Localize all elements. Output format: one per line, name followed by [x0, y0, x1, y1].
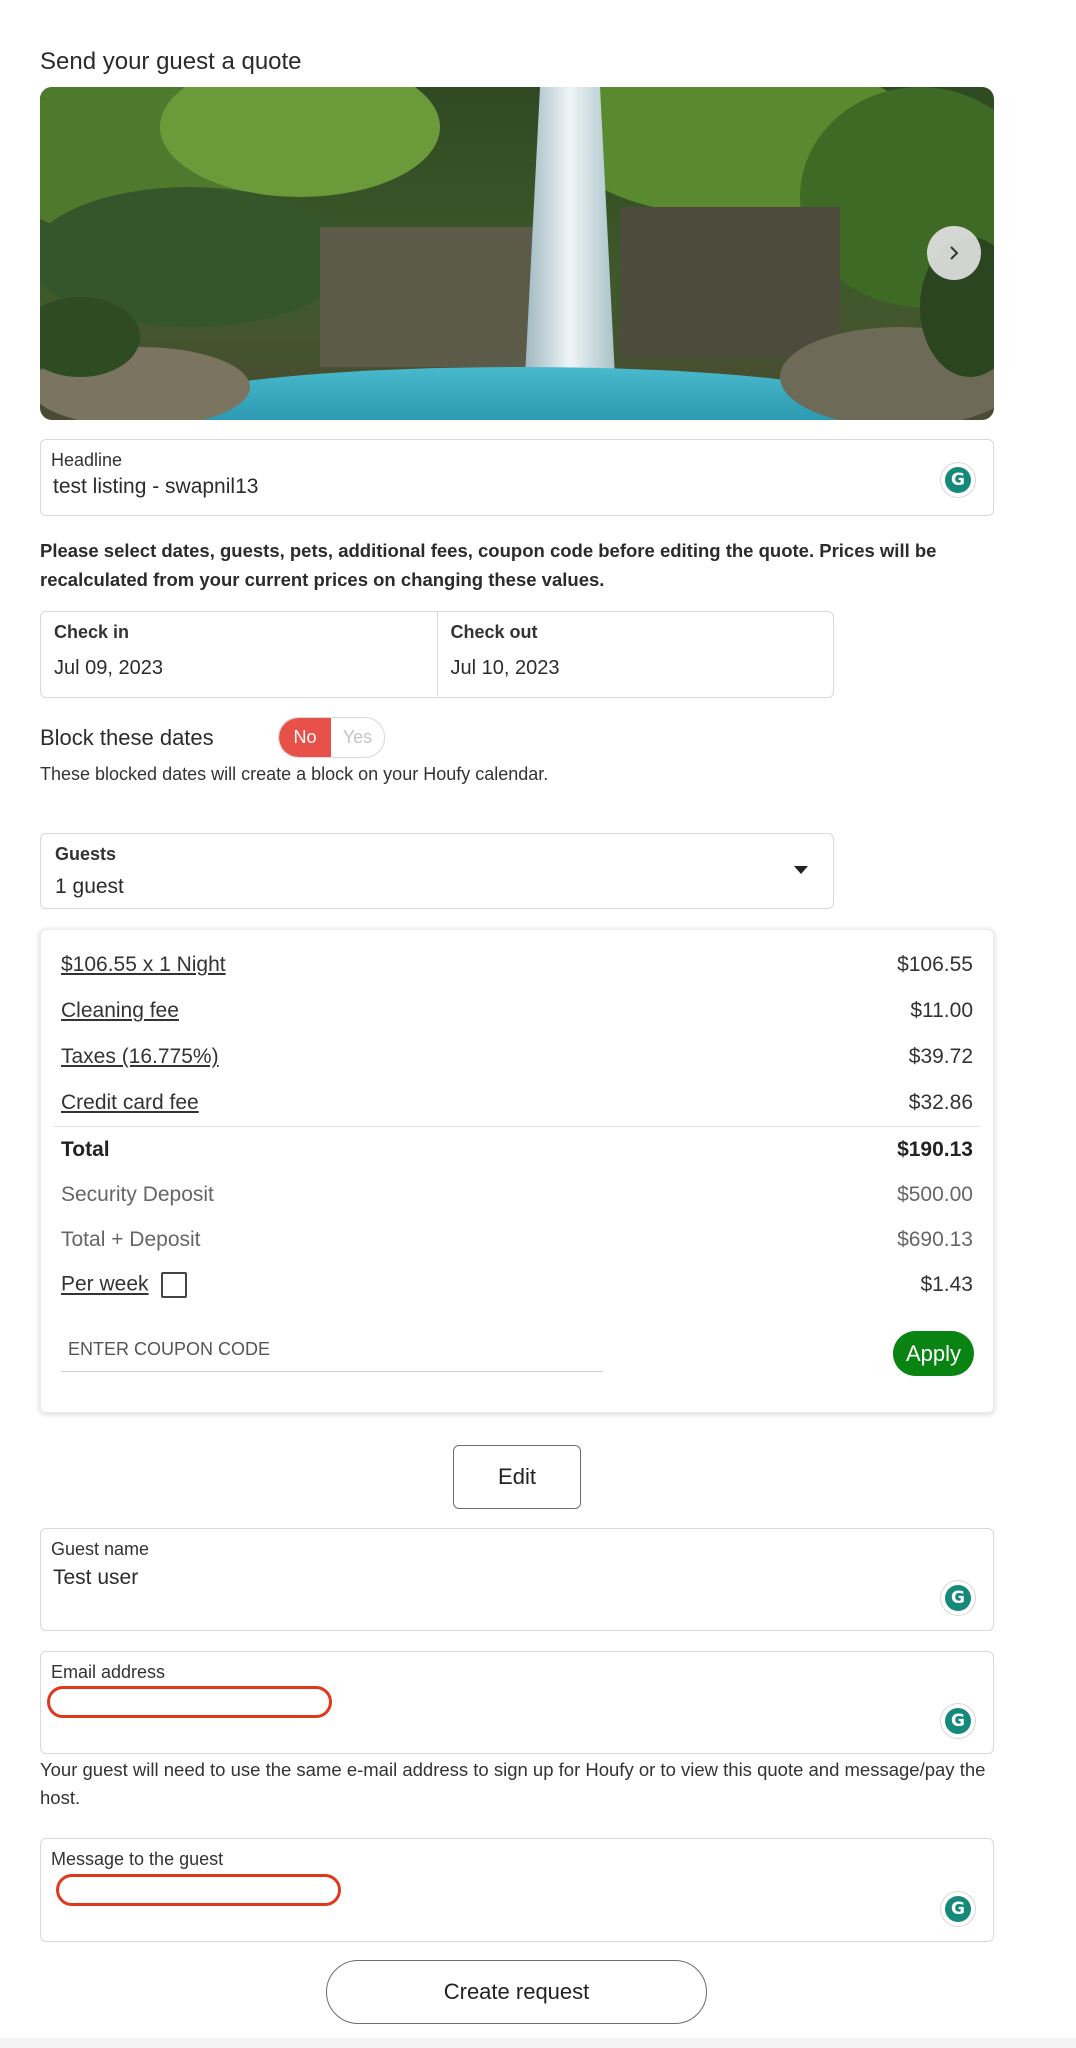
guest-name-field[interactable]: Guest name Test user G — [40, 1528, 994, 1631]
price-row: $106.55 x 1 Night $106.55 — [61, 950, 973, 980]
checkin-label: Check in — [54, 622, 130, 642]
per-week-amount: $1.43 — [920, 1273, 973, 1296]
divider — [53, 1126, 981, 1127]
page-title: Send your guest a quote — [40, 48, 302, 75]
guest-name-input[interactable]: Test user — [51, 1566, 983, 1590]
deposit-label: Security Deposit — [61, 1183, 214, 1206]
guests-label: Guests — [55, 844, 117, 864]
email-field[interactable]: Email address G — [40, 1651, 994, 1754]
message-field[interactable]: Message to the guest G — [40, 1838, 994, 1942]
nightly-rate-amount: $106.55 — [897, 953, 973, 976]
edit-button[interactable]: Edit — [453, 1445, 581, 1509]
caret-down-icon — [794, 866, 808, 874]
price-row: Taxes (16.775%) $39.72 — [61, 1042, 973, 1072]
listing-photo — [40, 87, 994, 420]
recalc-notice: Please select dates, guests, pets, addit… — [40, 540, 937, 590]
total-deposit-row: Total + Deposit $690.13 — [61, 1225, 973, 1255]
grammarly-icon[interactable]: G — [941, 1892, 975, 1926]
waterfall-photo — [40, 87, 994, 420]
price-row: Cleaning fee $11.00 — [61, 996, 973, 1026]
credit-card-fee-link[interactable]: Credit card fee — [61, 1091, 199, 1115]
taxes-amount: $39.72 — [908, 1045, 973, 1068]
block-dates-toggle[interactable]: No Yes — [278, 717, 385, 758]
page-bottom-edge — [0, 2038, 1076, 2048]
headline-field[interactable]: Headline test listing - swapnil13 G — [40, 439, 994, 516]
create-request-button[interactable]: Create request — [326, 1960, 707, 2024]
date-range[interactable]: Check in Jul 09, 2023 Check out Jul 10, … — [40, 611, 834, 698]
guests-value[interactable]: 1 guest — [55, 875, 819, 899]
grammarly-icon[interactable]: G — [941, 1704, 975, 1738]
email-help-text: Your guest will need to use the same e-m… — [40, 1759, 986, 1808]
guests-select[interactable]: Guests 1 guest — [40, 833, 834, 909]
total-deposit-label: Total + Deposit — [61, 1228, 201, 1251]
toggle-no-option[interactable]: No — [279, 718, 331, 757]
taxes-link[interactable]: Taxes (16.775%) — [61, 1045, 219, 1069]
per-week-checkbox[interactable] — [160, 1272, 187, 1298]
block-dates-label: Block these dates — [40, 725, 214, 750]
headline-label: Headline — [51, 450, 123, 470]
headline-input[interactable]: test listing - swapnil13 — [51, 475, 983, 499]
total-deposit-amount: $690.13 — [897, 1228, 973, 1251]
block-dates-help: These blocked dates will create a block … — [40, 764, 549, 784]
checkout-value[interactable]: Jul 10, 2023 — [451, 657, 821, 680]
next-photo-button[interactable] — [927, 226, 981, 280]
guest-name-label: Guest name — [51, 1539, 150, 1559]
deposit-row: Security Deposit $500.00 — [61, 1180, 973, 1210]
grammarly-icon[interactable]: G — [941, 463, 975, 497]
apply-coupon-button[interactable]: Apply — [893, 1331, 974, 1376]
per-week-link[interactable]: Per week — [61, 1273, 149, 1296]
annotation-highlight — [47, 1686, 332, 1718]
checkin-field[interactable]: Check in Jul 09, 2023 — [41, 612, 437, 697]
credit-card-fee-amount: $32.86 — [908, 1091, 973, 1114]
checkout-field[interactable]: Check out Jul 10, 2023 — [436, 612, 834, 697]
checkin-value[interactable]: Jul 09, 2023 — [54, 657, 424, 680]
coupon-input[interactable]: ENTER COUPON CODE — [61, 1328, 603, 1372]
chevron-right-icon — [950, 246, 959, 260]
annotation-highlight — [56, 1874, 341, 1906]
total-label: Total — [61, 1138, 110, 1161]
cleaning-fee-link[interactable]: Cleaning fee — [61, 999, 179, 1023]
message-label: Message to the guest — [51, 1849, 224, 1869]
checkout-label: Check out — [450, 622, 538, 642]
cleaning-fee-amount: $11.00 — [910, 999, 973, 1022]
nightly-rate-link[interactable]: $106.55 x 1 Night — [61, 953, 226, 977]
toggle-yes-option[interactable]: Yes — [331, 718, 384, 757]
email-label: Email address — [51, 1662, 166, 1682]
grammarly-icon[interactable]: G — [941, 1581, 975, 1615]
deposit-amount: $500.00 — [897, 1183, 973, 1206]
total-row: Total $190.13 — [61, 1135, 973, 1165]
total-amount: $190.13 — [897, 1138, 973, 1161]
per-week-row: Per week $1.43 — [61, 1270, 973, 1300]
price-breakdown: $106.55 x 1 Night $106.55 Cleaning fee $… — [40, 929, 994, 1413]
price-row: Credit card fee $32.86 — [61, 1088, 973, 1118]
